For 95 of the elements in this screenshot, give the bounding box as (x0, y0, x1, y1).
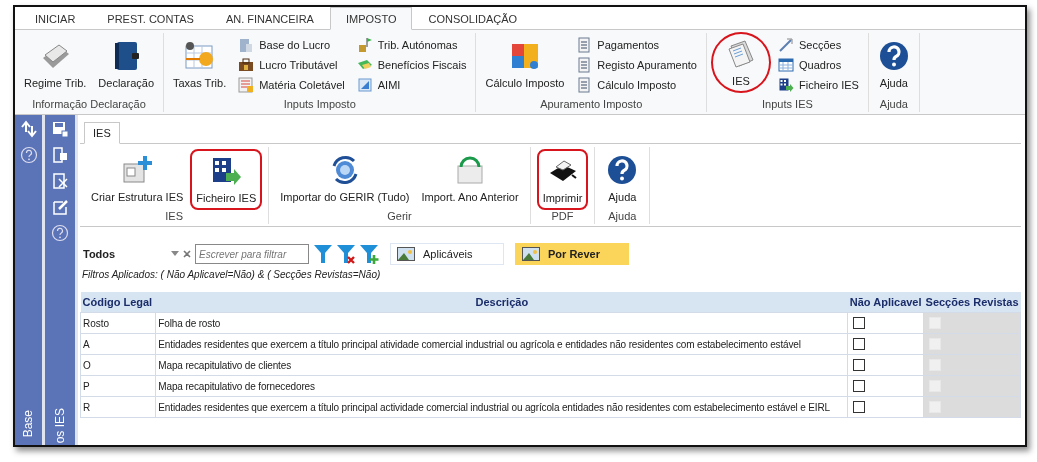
ribbon-button[interactable]: Registo Apuramento (573, 56, 700, 74)
table-cell: R (80, 396, 156, 418)
checkbox[interactable] (853, 401, 866, 413)
toolbar-button[interactable]: Ficheiro IES (190, 149, 263, 210)
toolbar-button[interactable]: Ajuda (601, 149, 644, 208)
document-tab[interactable]: IES (84, 122, 120, 144)
filter-icon[interactable] (313, 243, 333, 265)
toolbar-button[interactable]: Imprimir (536, 149, 589, 210)
group-label: Inputs IES (761, 98, 814, 112)
table-cell: Folha de rosto (155, 312, 848, 334)
image-icon (397, 247, 415, 261)
table-cell: A (80, 333, 156, 355)
grid-arrow-icon (778, 77, 794, 93)
ribbon-button[interactable]: Regime Trib. (19, 36, 92, 93)
ribbon-button[interactable]: Trib. Autónomas (353, 36, 470, 54)
ribbon-button[interactable]: Matéria Coletável (235, 76, 348, 94)
swap-arrows-icon[interactable] (19, 120, 38, 138)
briefcase-icon (238, 57, 255, 73)
table-cell: Entidades residentes que exercem a título principal atividade comercial industrial ou agrícola e entidades não residentes com estabelecimento estável (155, 333, 848, 355)
ribbon-button[interactable]: Declaração (93, 36, 159, 93)
ribbon-tab[interactable]: AN. FINANCEIRA (209, 7, 330, 30)
group-label: Apuramento Imposto (539, 98, 644, 112)
grid-arrow-icon (210, 155, 243, 187)
ribbon-button[interactable]: AIMI (353, 76, 470, 94)
group-label: Inputs Imposto (282, 98, 357, 112)
table-cell: Mapa recapitulativo de clientes (155, 354, 848, 376)
save-icon[interactable] (51, 120, 69, 138)
copy-document-icon[interactable] (51, 146, 69, 164)
panel-title[interactable]: os IES (53, 407, 67, 443)
group-label: PDF (550, 210, 575, 224)
table-cell: Mapa recapitulativo de fornecedores (155, 375, 848, 397)
caret-icon (171, 251, 179, 257)
group-label: Ajuda (607, 210, 638, 224)
filter-dropdown[interactable]: Todos (82, 244, 192, 264)
ribbon-button[interactable]: Cálculo Imposto (573, 76, 700, 94)
toolbar-button[interactable]: Import. Ano Anterior (416, 149, 524, 208)
cube-icon (356, 77, 373, 93)
toolbar-button[interactable]: Criar Estrutura IES (86, 149, 189, 208)
edit-document-icon[interactable] (51, 198, 69, 216)
ribbon-button[interactable]: Base do Lucro (235, 36, 348, 54)
column-header[interactable]: Secções Revistas (923, 292, 1021, 313)
ribbon-button[interactable]: Ajuda (872, 36, 915, 93)
column-header[interactable]: Não Aplicavel (847, 292, 924, 313)
column-header[interactable]: Descrição (155, 292, 848, 313)
table-cell: P (80, 375, 156, 397)
help-icon (606, 154, 639, 186)
pen-icon (778, 37, 794, 53)
checkbox[interactable] (853, 380, 866, 392)
help-icon[interactable] (51, 224, 69, 242)
ribbon-tab[interactable]: PREST. CONTAS (91, 7, 210, 30)
ribbon-button[interactable]: Secções (775, 36, 862, 54)
checkbox[interactable] (853, 338, 866, 350)
help-icon[interactable] (19, 146, 38, 164)
filter-toggle[interactable]: Por Rever (515, 243, 629, 265)
table-cell: Entidades residentes que exercem a título principal actividade comercial industrial ou agrícola entidades não residentes com estabelecimento estável e EIRL (155, 396, 848, 418)
percent-chart-icon (183, 40, 216, 72)
filter-toggle[interactable]: Aplicáveis (390, 243, 504, 265)
ribbon-button[interactable]: Quadros (775, 56, 862, 74)
add-filter-icon[interactable] (359, 243, 379, 265)
ribbon-button[interactable]: Ficheiro IES (775, 76, 862, 94)
group-label: Ajuda (878, 98, 909, 112)
group-label: Informação Declaração (31, 98, 147, 112)
ribbon-tab[interactable]: INICIAR (19, 7, 92, 30)
ribbon-tab[interactable]: IMPOSTO (329, 7, 413, 30)
clear-icon[interactable] (183, 250, 191, 258)
ribbon-button[interactable]: IES (711, 32, 771, 93)
checkbox[interactable] (853, 317, 866, 329)
checkbox[interactable] (853, 359, 866, 371)
delete-document-icon[interactable] (51, 172, 69, 190)
applied-filters-text: Filtros Aplicados: ( Não Aplicavel=Não) & ( Secções Revistas=Não) (82, 269, 382, 280)
list-icon (238, 77, 255, 93)
panel-title[interactable]: Base (21, 409, 35, 437)
ribbon-button[interactable]: Taxas Trib. (168, 36, 232, 93)
group-label: Gerir (386, 210, 413, 224)
toolbar-button[interactable]: Importar do GERIR (Tudo) (275, 149, 415, 208)
table-cell: O (80, 354, 156, 376)
ribbon-button[interactable]: Cálculo Imposto (480, 36, 570, 93)
table-cell: Rosto (80, 312, 156, 334)
search-field[interactable]: Escrever para filtrar (195, 244, 309, 264)
flag-icon (356, 37, 373, 53)
ribbon-tab[interactable]: CONSOLIDAÇÃO (412, 7, 534, 30)
add-document-icon (121, 154, 154, 186)
table-icon (778, 57, 794, 73)
document-icon (576, 37, 593, 53)
column-header[interactable]: Código Legal (80, 292, 156, 313)
building-icon (238, 37, 255, 53)
help-icon (877, 40, 910, 72)
clear-filter-icon[interactable] (336, 243, 356, 265)
image-icon (522, 247, 540, 261)
ribbon-button[interactable]: Benefícios Fiscais (353, 56, 470, 74)
document-icon (576, 57, 593, 73)
document-icon (576, 77, 593, 93)
ribbon-button[interactable]: Pagamentos (573, 36, 700, 54)
ribbon-button[interactable]: Lucro Tributável (235, 56, 348, 74)
group-label: IES (164, 210, 184, 224)
